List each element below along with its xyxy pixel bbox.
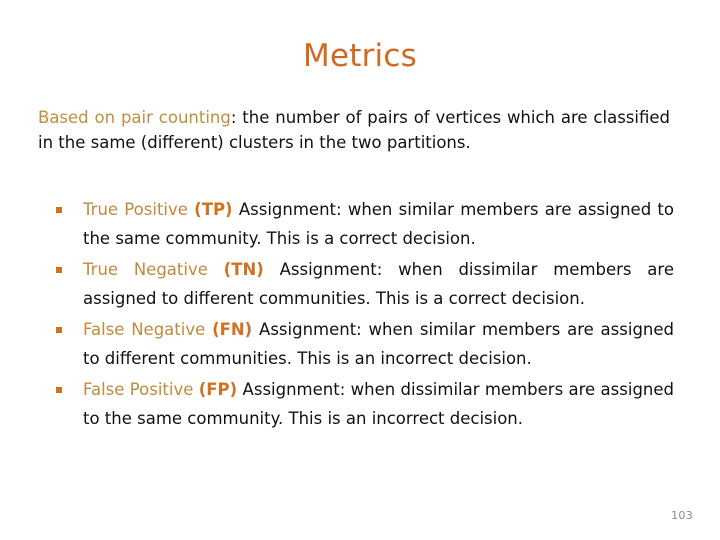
list-item: True Positive (TP) Assignment: when simi… [38, 196, 674, 253]
metric-abbreviation: (TN) [223, 260, 264, 279]
intro-lead-phrase: Based on pair counting [38, 107, 231, 127]
square-bullet-icon [56, 207, 62, 213]
list-item: True Negative (TN) Assignment: when diss… [38, 256, 674, 313]
slide-canvas: Metrics Based on pair counting: the numb… [0, 0, 720, 540]
square-bullet-icon [56, 267, 62, 273]
page-number: 103 [671, 509, 693, 522]
metric-abbreviation: (FN) [212, 320, 253, 339]
page-title: Metrics [303, 38, 417, 74]
list-item: False Negative (FN) Assignment: when sim… [38, 316, 674, 373]
metric-term-label: True Positive [83, 200, 195, 219]
metric-term-label: True Negative [83, 260, 224, 279]
list-item: False Positive (FP) Assignment: when dis… [38, 376, 674, 433]
metric-term-label: False Negative [83, 320, 213, 339]
square-bullet-icon [56, 387, 62, 393]
intro-paragraph: Based on pair counting: the number of pa… [38, 105, 670, 155]
square-bullet-icon [56, 327, 62, 333]
metrics-bullet-list: True Positive (TP) Assignment: when simi… [38, 196, 674, 433]
metric-abbreviation: (TP) [194, 200, 233, 219]
metric-term-label: False Positive [83, 380, 199, 399]
metric-abbreviation: (FP) [198, 380, 238, 399]
